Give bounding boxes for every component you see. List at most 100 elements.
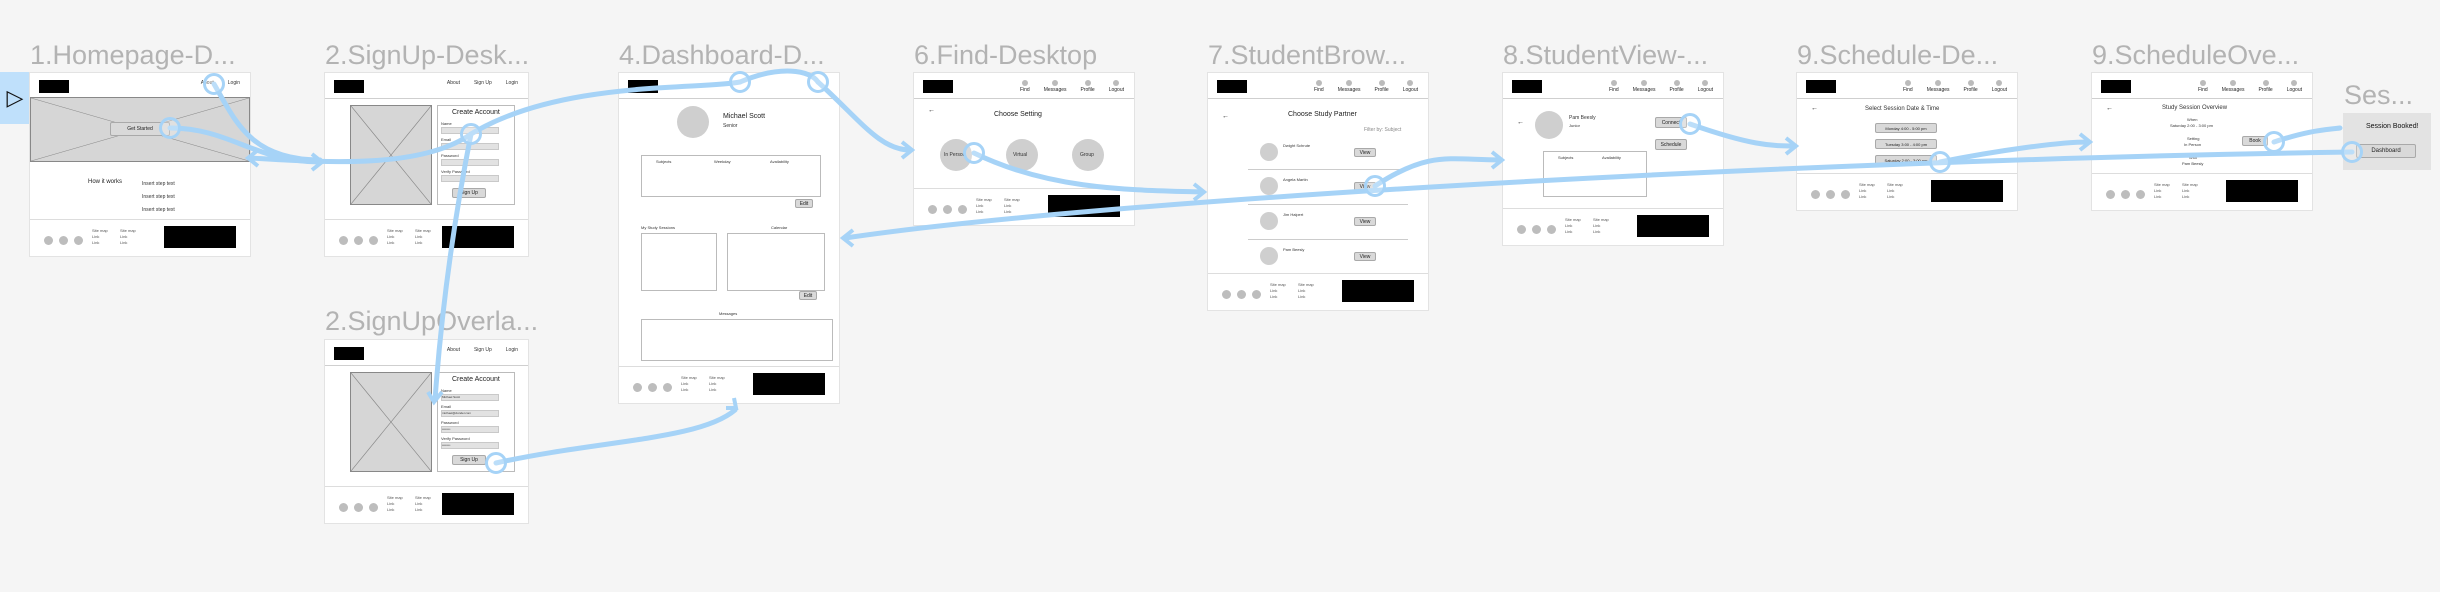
signup-button[interactable]: Sign Up — [452, 188, 486, 198]
social-icon[interactable] — [1237, 290, 1246, 299]
nav-login[interactable]: Login — [506, 347, 518, 353]
nav-messages[interactable]: Messages — [1044, 87, 1067, 93]
password-field[interactable]: •••••••• — [441, 426, 499, 433]
present-prototype-button[interactable]: ▷ — [0, 72, 30, 124]
password-field[interactable] — [441, 159, 499, 166]
email-field[interactable]: michael@dunder.com — [441, 410, 499, 417]
social-icon[interactable] — [2121, 190, 2130, 199]
footer-link[interactable]: Link — [976, 209, 992, 215]
edit-calendar-button[interactable]: Edit — [799, 291, 817, 300]
footer-link[interactable]: Link — [387, 507, 403, 513]
nav-logout[interactable]: Logout — [1698, 87, 1713, 93]
verify-password-field[interactable] — [441, 175, 499, 182]
social-icon[interactable] — [354, 503, 363, 512]
footer-link[interactable]: Link — [1593, 229, 1609, 235]
edit-profile-button[interactable]: Edit — [795, 199, 813, 208]
view-student-button[interactable]: View — [1354, 148, 1376, 157]
filter-dropdown[interactable]: Filter by: Subject — [1364, 127, 1401, 133]
time-slot-button[interactable]: Saturday 2:00 - 3:00 pm — [1875, 155, 1937, 165]
social-icon[interactable] — [74, 236, 83, 245]
nav-find[interactable]: Find — [1609, 87, 1619, 93]
social-icon[interactable] — [44, 236, 53, 245]
nav-login[interactable]: Login — [506, 80, 518, 86]
back-arrow-icon[interactable]: ← — [2106, 105, 2113, 112]
nav-find[interactable]: Find — [1314, 87, 1324, 93]
footer-link[interactable]: Link — [415, 240, 431, 246]
hotspot-dashboard[interactable] — [2341, 141, 2363, 163]
social-icon[interactable] — [1222, 290, 1231, 299]
hotspot-view-student[interactable] — [1364, 175, 1386, 197]
footer-link[interactable]: Link — [1859, 194, 1875, 200]
frame-dashboard[interactable]: Michael Scott Senior Subjects Weekday Av… — [619, 73, 839, 403]
social-icon[interactable] — [633, 383, 642, 392]
hotspot-in-person[interactable] — [963, 142, 985, 164]
footer-link[interactable]: Link — [1565, 229, 1581, 235]
back-arrow-icon[interactable]: ← — [1517, 119, 1524, 126]
name-field[interactable]: Michael Scott — [441, 394, 499, 401]
social-icon[interactable] — [1841, 190, 1850, 199]
nav-messages[interactable]: Messages — [1633, 87, 1656, 93]
social-icon[interactable] — [1517, 225, 1526, 234]
back-arrow-icon[interactable]: ← — [928, 107, 935, 114]
hotspot-dashboard-find[interactable] — [807, 71, 829, 93]
footer-link[interactable]: Link — [2182, 194, 2198, 200]
nav-logout[interactable]: Logout — [2287, 87, 2302, 93]
frame-schedule[interactable]: Find Messages Profile Logout ← Select Se… — [1797, 73, 2017, 210]
frame-student-browse[interactable]: Find Messages Profile Logout ← Choose St… — [1208, 73, 1428, 310]
social-icon[interactable] — [1826, 190, 1835, 199]
nav-profile[interactable]: Profile — [2259, 87, 2273, 93]
social-icon[interactable] — [1547, 225, 1556, 234]
footer-link[interactable]: Link — [1270, 294, 1286, 300]
hotspot-schedule[interactable] — [1679, 113, 1701, 135]
nav-logout[interactable]: Logout — [1403, 87, 1418, 93]
time-slot-button[interactable]: Monday 4:00 - 5:00 pm — [1875, 123, 1937, 133]
nav-profile[interactable]: Profile — [1081, 87, 1095, 93]
nav-messages[interactable]: Messages — [1338, 87, 1361, 93]
social-icon[interactable] — [2106, 190, 2115, 199]
hotspot-book[interactable] — [2263, 131, 2285, 153]
back-arrow-icon[interactable]: ← — [1811, 105, 1818, 112]
footer-link[interactable]: Link — [681, 387, 697, 393]
footer-link[interactable]: Link — [120, 240, 136, 246]
footer-link[interactable]: Link — [709, 387, 725, 393]
nav-about[interactable]: About — [447, 347, 460, 353]
nav-profile[interactable]: Profile — [1375, 87, 1389, 93]
back-arrow-icon[interactable]: ← — [1222, 113, 1229, 120]
frame-signup[interactable]: About Sign Up Login Create Account Name … — [325, 73, 528, 256]
social-icon[interactable] — [1532, 225, 1541, 234]
nav-signup[interactable]: Sign Up — [474, 80, 492, 86]
footer-link[interactable]: Link — [415, 507, 431, 513]
verify-password-field[interactable]: •••••••• — [441, 442, 499, 449]
footer-link[interactable]: Link — [92, 240, 108, 246]
nav-logout[interactable]: Logout — [1109, 87, 1124, 93]
social-icon[interactable] — [663, 383, 672, 392]
nav-find[interactable]: Find — [1903, 87, 1913, 93]
social-icon[interactable] — [1252, 290, 1261, 299]
footer-link[interactable]: Link — [1004, 209, 1020, 215]
social-icon[interactable] — [354, 236, 363, 245]
frame-signup-overlay[interactable]: About Sign Up Login Create Account Name … — [325, 340, 528, 523]
frame-find[interactable]: Find Messages Profile Logout ← Choose Se… — [914, 73, 1134, 225]
social-icon[interactable] — [339, 236, 348, 245]
nav-signup[interactable]: Sign Up — [474, 347, 492, 353]
footer-link[interactable]: Link — [1887, 194, 1903, 200]
schedule-button[interactable]: Schedule — [1655, 139, 1687, 150]
social-icon[interactable] — [1811, 190, 1820, 199]
footer-link[interactable]: Link — [2154, 194, 2170, 200]
social-icon[interactable] — [928, 205, 937, 214]
social-icon[interactable] — [648, 383, 657, 392]
hotspot-login[interactable] — [203, 73, 225, 95]
social-icon[interactable] — [369, 236, 378, 245]
social-icon[interactable] — [943, 205, 952, 214]
nav-messages[interactable]: Messages — [1927, 87, 1950, 93]
social-icon[interactable] — [369, 503, 378, 512]
frame-student-view[interactable]: Find Messages Profile Logout ← Pam Beesl… — [1503, 73, 1723, 245]
hotspot-dashboard-nav[interactable] — [729, 71, 751, 93]
signup-button[interactable]: Sign Up — [452, 455, 486, 465]
nav-messages[interactable]: Messages — [2222, 87, 2245, 93]
social-icon[interactable] — [2136, 190, 2145, 199]
social-icon[interactable] — [339, 503, 348, 512]
frame-homepage[interactable]: About Login Get Started How it works Ins… — [30, 73, 250, 256]
footer-link[interactable]: Link — [387, 240, 403, 246]
view-student-button[interactable]: View — [1354, 252, 1376, 261]
